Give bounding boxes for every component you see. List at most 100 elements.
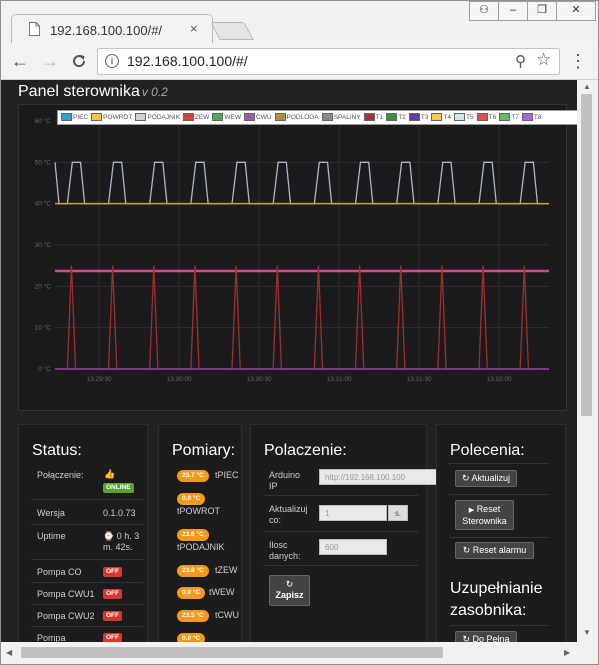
scroll-left-icon[interactable]: ◀ bbox=[6, 648, 12, 657]
legend-item: T6 bbox=[476, 111, 496, 124]
x-tick-label: 13:29:30 bbox=[86, 376, 112, 383]
y-tick-label: 0 °C bbox=[38, 365, 51, 373]
temp-piec-badge: 23.7 °C bbox=[177, 470, 209, 482]
legend-item: WEW bbox=[212, 111, 241, 124]
data-count-input[interactable]: 600 bbox=[319, 539, 387, 555]
legend-item: PIEC bbox=[61, 111, 88, 124]
update-interval-unit: s. bbox=[388, 505, 408, 521]
address-bar[interactable]: i 192.168.100.100/#/ ⚲ ☆ bbox=[97, 48, 560, 75]
search-icon[interactable]: ⚲ bbox=[515, 52, 526, 70]
update-interval-input[interactable]: 1 bbox=[319, 505, 387, 521]
legend-label: POWROT bbox=[103, 114, 133, 121]
minimize-icon[interactable]: – bbox=[498, 1, 528, 21]
uptime-label: Uptime bbox=[37, 531, 66, 541]
divider bbox=[31, 499, 143, 500]
legend-swatch bbox=[386, 113, 398, 122]
status-title: Status: bbox=[32, 442, 82, 459]
horizontal-scroll-thumb[interactable] bbox=[21, 647, 443, 658]
scroll-down-icon[interactable]: ▼ bbox=[583, 628, 591, 637]
divider bbox=[263, 495, 418, 496]
reset-controller-button[interactable]: ▶ Reset Sterownika bbox=[455, 500, 514, 530]
horizontal-scrollbar[interactable]: ◀ ▶ bbox=[1, 642, 577, 663]
pump-cwu2-badge: OFF bbox=[103, 611, 122, 621]
version-row-label: Wersja bbox=[37, 508, 65, 518]
divider bbox=[31, 582, 143, 583]
legend-swatch bbox=[454, 113, 466, 122]
legend-swatch bbox=[135, 113, 147, 122]
pump-label: Pompa bbox=[37, 633, 66, 642]
bookmark-star-icon[interactable]: ☆ bbox=[536, 50, 551, 70]
vertical-scrollbar[interactable]: ▲ ▼ bbox=[577, 80, 597, 642]
legend-label: PODAJNIK bbox=[147, 114, 180, 121]
divider bbox=[449, 463, 549, 464]
temp-podajnik-label: tPODAJNIK bbox=[177, 542, 225, 552]
url-text[interactable]: 192.168.100.100/#/ bbox=[127, 53, 248, 69]
temp-powrot-badge: 0.0 °C bbox=[177, 493, 206, 505]
status-panel: Status: Połączenie: 👍 ONLINE Wersja 0.1.… bbox=[18, 424, 148, 642]
temp-piec-label: tPIEC bbox=[215, 470, 239, 480]
site-info-icon[interactable]: i bbox=[105, 54, 119, 68]
fill-full-label: Do Pełna bbox=[472, 634, 510, 642]
temp-powrot-label: tPOWROT bbox=[177, 506, 220, 516]
legend-item: T5 bbox=[454, 111, 474, 124]
uptime-value: ⌚ 0 h. 3 m. 42s. bbox=[103, 531, 140, 552]
temp-zew-label: tZEW bbox=[215, 565, 238, 575]
legend-swatch bbox=[91, 113, 103, 122]
user-profile-icon[interactable]: ⚇ bbox=[469, 1, 499, 21]
pump-cwu2-label: Pompa CWU2 bbox=[37, 611, 95, 621]
scroll-up-icon[interactable]: ▲ bbox=[583, 82, 591, 91]
page-title-text: Panel sterownika bbox=[18, 83, 140, 100]
x-tick-label: 13:30:30 bbox=[246, 376, 272, 383]
close-window-icon[interactable]: ✕ bbox=[556, 1, 596, 21]
pump-co-label: Pompa CO bbox=[37, 567, 82, 577]
scroll-right-icon[interactable]: ▶ bbox=[564, 648, 570, 657]
thumbs-up-icon: 👍 bbox=[104, 469, 116, 479]
reset-alarm-icon: ↻ bbox=[462, 545, 471, 555]
legend-swatch bbox=[274, 113, 286, 122]
temp-wew-label: tWEW bbox=[209, 587, 235, 597]
legend-label: T2 bbox=[398, 114, 406, 121]
legend-item: T8 bbox=[521, 111, 541, 124]
divider bbox=[449, 537, 549, 538]
restore-icon[interactable]: ❐ bbox=[527, 1, 557, 21]
browser-toolbar: ← → i 192.168.100.100/#/ ⚲ ☆ ⋮ bbox=[1, 43, 598, 80]
temp-cwu-label: tCWU bbox=[215, 610, 239, 620]
series-line bbox=[55, 265, 549, 370]
version-label: v 0.2 bbox=[141, 85, 168, 99]
reset-alarm-button[interactable]: ↻ Reset alarmu bbox=[455, 542, 534, 559]
y-tick-label: 10 °C bbox=[35, 324, 52, 332]
browser-menu-icon[interactable]: ⋮ bbox=[568, 49, 588, 73]
arduino-ip-input[interactable]: http://192.168.100.100 bbox=[319, 469, 437, 485]
play-icon: ▶ bbox=[468, 507, 475, 514]
pump-cwu1-label: Pompa CWU1 bbox=[37, 589, 95, 599]
legend-swatch bbox=[408, 113, 420, 122]
temp-wew-badge: 0.0 °C bbox=[177, 587, 206, 599]
pump-co-badge: OFF bbox=[103, 567, 122, 577]
new-tab-button[interactable] bbox=[210, 22, 254, 40]
commands-title: Polecenia: bbox=[450, 442, 525, 459]
measurements-title: Pomiary: bbox=[172, 442, 236, 459]
refresh-button[interactable]: ↻ Aktualizuj bbox=[455, 470, 517, 487]
refill-title: Uzupełnianie zasobnika: bbox=[450, 580, 543, 619]
x-tick-label: 13:30:00 bbox=[166, 376, 192, 383]
chart-legend: PIEC POWROT PODAJNIK ZEW WEW CWU PODLOGA SPALIN… bbox=[57, 110, 577, 125]
page-title: Panel sterownika v 0.2 bbox=[18, 83, 168, 101]
x-tick-label: 13:31:00 bbox=[326, 376, 352, 383]
y-tick-label: 40 °C bbox=[35, 200, 52, 208]
legend-swatch bbox=[499, 113, 511, 122]
forward-icon[interactable]: → bbox=[38, 49, 62, 73]
legend-label: SPALINY bbox=[333, 114, 361, 121]
tab-close-icon[interactable]: × bbox=[190, 21, 198, 36]
connection-title: Polaczenie: bbox=[264, 442, 347, 459]
legend-item: T7 bbox=[499, 111, 519, 124]
fill-full-button[interactable]: ↻ Do Pełna bbox=[455, 631, 517, 642]
vertical-scroll-thumb[interactable] bbox=[581, 94, 592, 416]
save-button[interactable]: ↻ Zapisz bbox=[269, 575, 310, 606]
fill-full-icon: ↻ bbox=[462, 634, 470, 642]
reload-icon[interactable] bbox=[67, 49, 91, 73]
measurements-panel: Pomiary: 23.7 °C tPIEC 0.0 °C tPOWROT 23… bbox=[158, 424, 242, 642]
legend-swatch bbox=[321, 113, 333, 122]
back-icon[interactable]: ← bbox=[8, 49, 32, 73]
y-tick-label: 60 °C bbox=[35, 117, 52, 125]
save-label: Zapisz bbox=[275, 590, 304, 600]
